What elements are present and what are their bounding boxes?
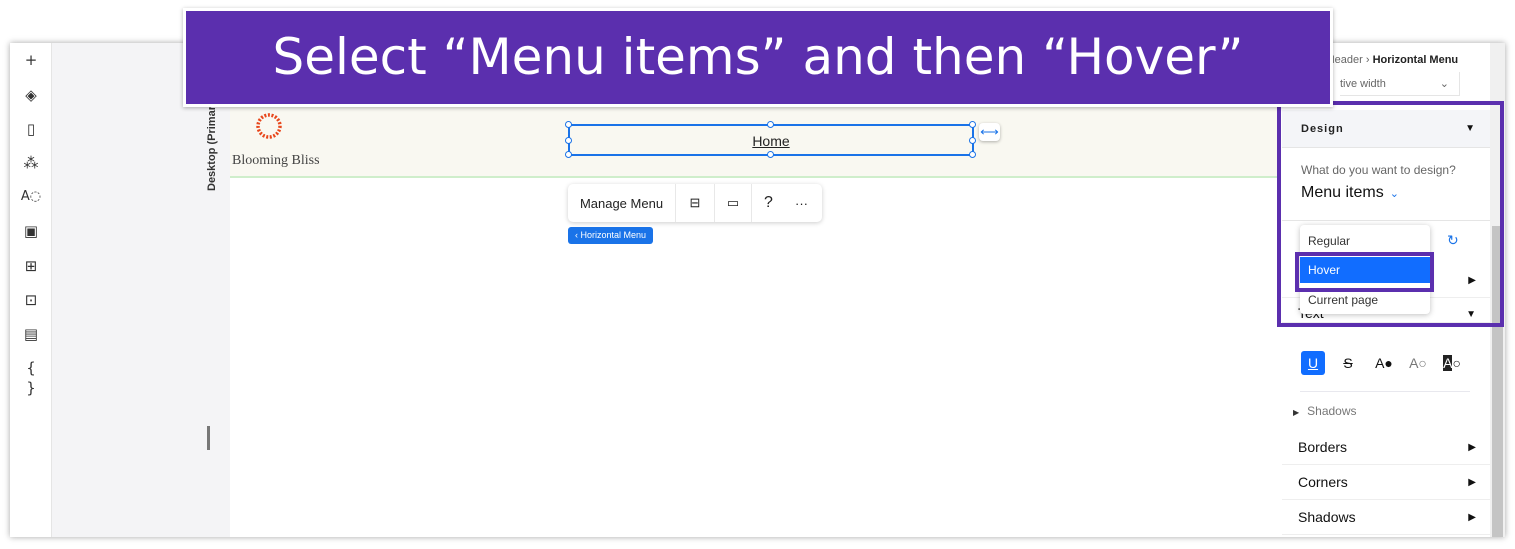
resize-handle[interactable] [207,426,210,450]
plus-icon[interactable]: + [20,50,42,70]
pages-icon[interactable]: ▯ [20,119,42,139]
left-toolbar: + ◈ ▯ ⁂ A◌ ▣ ⊞ ⊡ ▤ { } [10,43,52,537]
section-shadows[interactable]: Shadows ▶ [1282,500,1490,535]
text-shadows-label: Shadows [1307,404,1357,418]
width-select-value: tive width [1340,78,1386,90]
apps-icon[interactable]: ⁂ [20,153,42,173]
caret-right-icon: ▶ [1468,442,1476,453]
text-outline-icon[interactable]: A○ [1405,351,1431,375]
stretch-icon[interactable]: ⟷ [979,123,1000,141]
underline-icon[interactable]: U [1301,351,1325,375]
highlight-box [1295,252,1434,292]
code-icon[interactable]: { } [20,358,42,397]
width-select[interactable]: tive width ⌄ [1340,72,1460,96]
brand-name: Blooming Bliss [232,153,320,168]
floating-toolbar: Manage Menu ⊟ ▭ ? ··· [568,184,822,222]
layers-icon[interactable]: ◈ [20,85,42,105]
breadcrumb-current: Horizontal Menu [1372,54,1459,66]
business-apps-icon[interactable]: ⊡ [20,290,42,310]
menu-item-home[interactable]: Home [570,133,972,149]
comment-icon[interactable]: ▭ [715,184,752,222]
chevron-down-icon: ⌄ [1439,78,1449,90]
resize-handle[interactable] [969,151,976,158]
media-icon[interactable]: ▣ [20,221,42,241]
resize-handle[interactable] [767,151,774,158]
widgets-icon[interactable]: ⊞ [20,256,42,276]
more-button[interactable]: ··· [785,184,818,222]
resize-handle[interactable] [767,121,774,128]
flower-logo-icon [256,113,282,139]
viewport-label: Desktop (Primary) [206,96,218,191]
help-button[interactable]: ? [752,184,785,222]
section-borders[interactable]: Borders ▶ [1282,430,1490,465]
layout-icon[interactable]: ⊟ [676,184,715,222]
text-color-icon[interactable]: A● [1371,351,1397,375]
canvas: Blooming Bliss Home ⟷ Manage Menu ⊟ ▭ ? … [230,43,1280,537]
resize-handle[interactable] [969,121,976,128]
text-shadows-toggle[interactable]: ▶ Shadows [1293,404,1357,418]
caret-right-icon: ▶ [1293,408,1300,417]
caret-right-icon: ▶ [1468,477,1476,488]
section-label: Corners [1298,474,1348,490]
highlight-box [1277,101,1504,327]
resize-handle[interactable] [565,121,572,128]
resize-handle[interactable] [969,137,976,144]
resize-handle[interactable] [565,137,572,144]
section-corners[interactable]: Corners ▶ [1282,465,1490,500]
text-highlight-icon[interactable]: A○ [1439,351,1465,375]
panel-breadcrumb: › Header › Horizontal Menu [1320,54,1459,66]
canvas-gutter [52,43,230,537]
section-label: Borders [1298,439,1348,455]
strikethrough-icon[interactable]: S [1336,351,1360,375]
resize-handle[interactable] [565,151,572,158]
horizontal-menu-selection[interactable]: Home [565,121,976,158]
element-breadcrumb-tag[interactable]: ‹ Horizontal Menu [568,227,654,244]
manage-menu-button[interactable]: Manage Menu [568,184,676,222]
section-label: Shadows [1298,509,1356,525]
cms-table-icon[interactable]: ▤ [20,324,42,344]
caret-right-icon: ▶ [1468,512,1476,523]
text-theme-icon[interactable]: A◌ [20,187,42,207]
instruction-banner: Select “Menu items” and then “Hover” [183,8,1333,107]
